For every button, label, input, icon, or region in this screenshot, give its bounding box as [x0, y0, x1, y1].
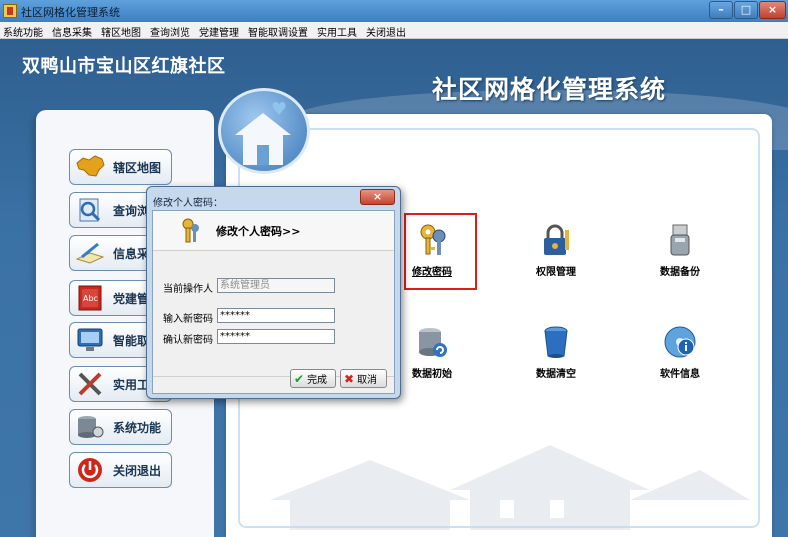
menu-item-info-collect[interactable]: 信息采集: [49, 22, 98, 39]
menu-item-system[interactable]: 系统功能: [0, 22, 49, 39]
app-icon: [3, 4, 17, 18]
svg-text:Abc: Abc: [83, 294, 98, 303]
pen-paper-icon: [74, 239, 106, 267]
abc-book-icon: Abc: [74, 284, 106, 312]
key-icon: [180, 217, 202, 245]
minimize-button[interactable]: –: [709, 1, 733, 19]
operator-field: 系统管理员: [217, 278, 335, 293]
close-button[interactable]: ×: [759, 1, 786, 19]
function-label: 权限管理: [536, 267, 576, 278]
menu-item-tools[interactable]: 实用工具: [314, 22, 363, 39]
nav-button-system[interactable]: 系统功能: [69, 409, 172, 445]
new-password-field[interactable]: ******: [217, 308, 335, 323]
cancel-button[interactable]: ✖ 取消: [340, 369, 387, 388]
window-titlebar: 社区网格化管理系统 – □ ×: [0, 0, 788, 22]
function-init[interactable]: 数据初始: [398, 324, 466, 380]
ok-label: 完成: [307, 375, 328, 386]
dialog-header-text: 修改个人密码>>: [216, 225, 301, 238]
confirm-password-field[interactable]: ******: [217, 329, 335, 344]
menu-bar: 系统功能 信息采集 辖区地图 查询浏览 党建管理 智能取调设置 实用工具 关闭退…: [0, 22, 788, 39]
menu-item-query[interactable]: 查询浏览: [147, 22, 196, 39]
function-label: 数据初始: [412, 369, 452, 380]
menu-item-exit[interactable]: 关闭退出: [363, 22, 412, 39]
power-icon: [74, 456, 106, 484]
search-document-icon: [74, 196, 106, 224]
function-change-password[interactable]: 修改密码: [398, 222, 466, 278]
monitor-icon: [74, 326, 106, 354]
house-logo-icon: ♥: [218, 88, 310, 174]
confirm-password-label: 确认新密码: [163, 335, 213, 346]
function-backup[interactable]: 数据备份: [646, 222, 714, 278]
nav-label: 关闭退出: [113, 463, 162, 478]
function-clear[interactable]: 数据清空: [522, 324, 590, 380]
function-label: 数据清空: [536, 369, 576, 380]
function-about[interactable]: 软件信息: [646, 324, 714, 380]
check-icon: ✔: [294, 371, 305, 386]
cancel-label: 取消: [357, 375, 378, 386]
function-permission[interactable]: 权限管理: [522, 222, 590, 278]
info-disc-icon: [662, 324, 698, 360]
key-icon: [414, 222, 450, 258]
menu-item-party[interactable]: 党建管理: [196, 22, 245, 39]
system-title: 社区网格化管理系统: [432, 75, 667, 104]
ok-button[interactable]: ✔ 完成: [290, 369, 336, 388]
cross-icon: ✖: [344, 371, 355, 386]
window-title: 社区网格化管理系统: [21, 6, 120, 19]
lock-key-icon: [538, 222, 574, 258]
change-password-dialog: 修改个人密码： × 修改个人密码>> 当前操作人 系统管理员 输入新密码 ***…: [146, 186, 401, 399]
database-gear-icon: [74, 413, 106, 441]
database-refresh-icon: [414, 324, 450, 360]
community-name: 双鸭山市宝山区红旗社区: [22, 56, 226, 77]
china-map-icon: [74, 153, 106, 181]
dialog-header: 修改个人密码>>: [153, 211, 394, 251]
function-label: 数据备份: [660, 267, 700, 278]
menu-item-smart-settings[interactable]: 智能取调设置: [245, 22, 314, 39]
nav-button-map[interactable]: 辖区地图: [69, 149, 172, 185]
nav-label: 辖区地图: [113, 160, 162, 175]
dialog-close-button[interactable]: ×: [360, 189, 395, 205]
menu-item-map[interactable]: 辖区地图: [98, 22, 147, 39]
function-label: 修改密码: [412, 267, 452, 278]
operator-label: 当前操作人: [163, 284, 213, 295]
nav-label: 系统功能: [113, 420, 162, 435]
trash-icon: [538, 324, 574, 360]
tools-icon: [74, 370, 106, 398]
nav-button-exit[interactable]: 关闭退出: [69, 452, 172, 488]
new-password-label: 输入新密码: [163, 314, 213, 325]
watermark-houses: [270, 445, 750, 530]
dialog-title: 修改个人密码：: [153, 198, 223, 209]
usb-drive-icon: [662, 222, 698, 258]
function-label: 软件信息: [660, 369, 700, 380]
maximize-button[interactable]: □: [734, 1, 758, 19]
dialog-body: 修改个人密码>> 当前操作人 系统管理员 输入新密码 ****** 确认新密码 …: [152, 210, 395, 394]
